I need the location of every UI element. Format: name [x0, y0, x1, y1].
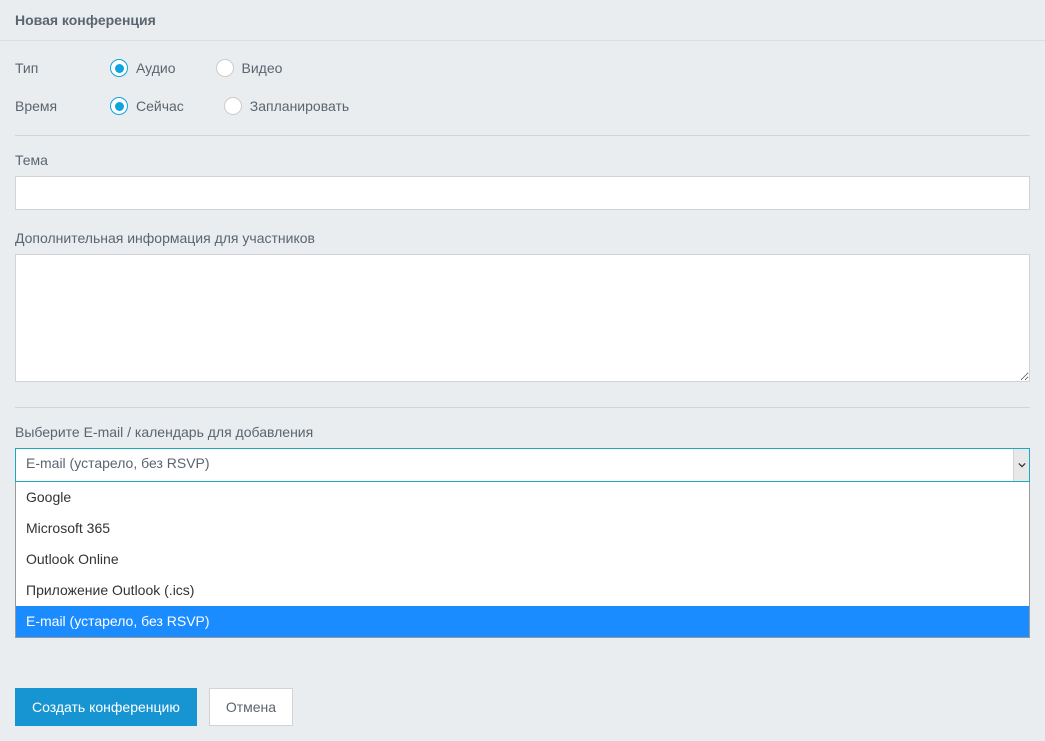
radio-icon — [110, 97, 128, 115]
calendar-dropdown: Google Microsoft 365 Outlook Online Прил… — [15, 482, 1030, 638]
radio-icon — [110, 59, 128, 77]
cancel-button[interactable]: Отмена — [209, 688, 293, 726]
row-type: Тип Аудио Видео — [15, 59, 1030, 77]
calendar-option-outlook-online[interactable]: Outlook Online — [16, 544, 1029, 575]
type-radio-group: Аудио Видео — [110, 59, 282, 77]
subject-label: Тема — [15, 152, 1030, 168]
dialog-body: Тип Аудио Видео Время Сейчас Запланирова… — [0, 41, 1045, 741]
radio-time-now[interactable]: Сейчас — [110, 97, 184, 115]
row-time: Время Сейчас Запланировать — [15, 97, 1030, 115]
calendar-select-wrapper: E-mail (устарело, без RSVP) Google Micro… — [15, 448, 1030, 638]
dialog-title: Новая конференция — [15, 12, 156, 28]
radio-time-schedule[interactable]: Запланировать — [224, 97, 349, 115]
calendar-select[interactable]: E-mail (устарело, без RSVP) — [15, 448, 1030, 482]
radio-icon — [224, 97, 242, 115]
calendar-selected-value: E-mail (устарело, без RSVP) — [26, 455, 210, 471]
subject-input[interactable] — [15, 176, 1030, 210]
radio-icon — [216, 59, 234, 77]
type-label: Тип — [15, 60, 110, 76]
calendar-option-m365[interactable]: Microsoft 365 — [16, 513, 1029, 544]
info-textarea[interactable] — [15, 254, 1030, 382]
radio-label: Аудио — [136, 60, 176, 76]
time-radio-group: Сейчас Запланировать — [110, 97, 349, 115]
radio-label: Сейчас — [136, 98, 184, 114]
radio-type-video[interactable]: Видео — [216, 59, 283, 77]
calendar-option-outlook-ics[interactable]: Приложение Outlook (.ics) — [16, 575, 1029, 606]
divider — [15, 135, 1030, 136]
calendar-label: Выберите E-mail / календарь для добавлен… — [15, 424, 1030, 440]
dialog-header: Новая конференция — [0, 0, 1045, 41]
dialog-actions: Создать конференцию Отмена — [15, 688, 1030, 726]
radio-type-audio[interactable]: Аудио — [110, 59, 176, 77]
divider — [15, 407, 1030, 408]
radio-label: Запланировать — [250, 98, 349, 114]
time-label: Время — [15, 98, 110, 114]
calendar-option-google[interactable]: Google — [16, 482, 1029, 513]
calendar-option-email[interactable]: E-mail (устарело, без RSVP) — [16, 606, 1029, 637]
info-label: Дополнительная информация для участников — [15, 230, 1030, 246]
radio-label: Видео — [242, 60, 283, 76]
create-button[interactable]: Создать конференцию — [15, 688, 197, 726]
